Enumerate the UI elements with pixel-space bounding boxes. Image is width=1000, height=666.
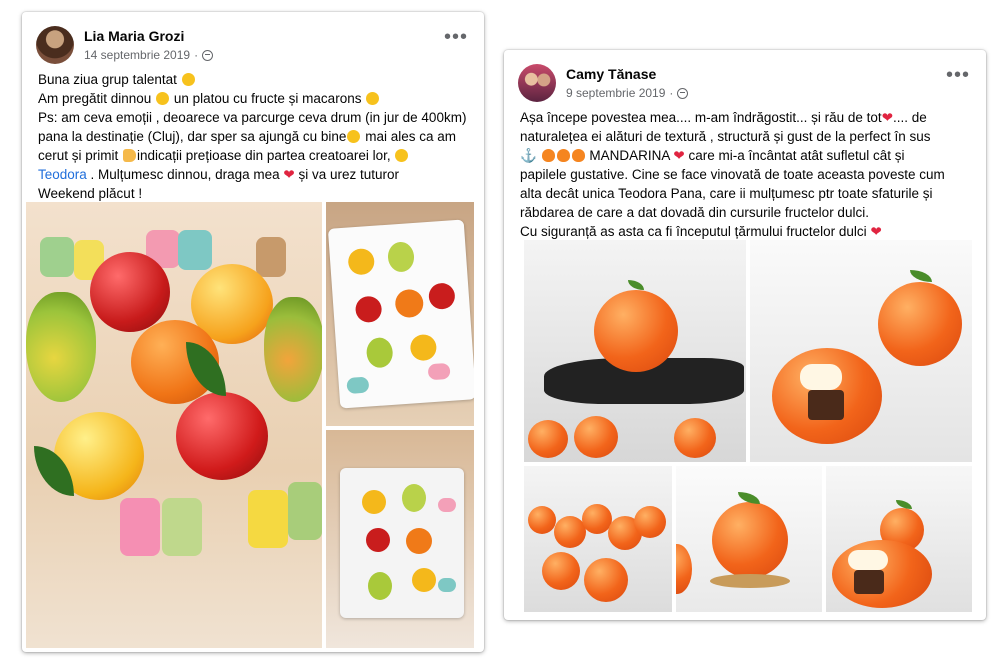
heart-emoji-icon: ❤	[283, 167, 295, 182]
author-name[interactable]: Camy Tănase	[566, 66, 656, 82]
post-meta: 14 septembrie 2019 ·	[84, 48, 214, 62]
smile-emoji-icon	[156, 92, 170, 105]
post-line: și va urez tuturor	[298, 167, 400, 182]
macaron-green	[162, 498, 202, 556]
post-line: Ps: am ceva emoții , deoarece va parcurg…	[38, 110, 467, 125]
post-card-2: Camy Tănase 9 septembrie 2019 · ••• Așa …	[504, 50, 986, 620]
macaron-brown	[256, 237, 286, 277]
mandarin-dessert	[712, 502, 788, 578]
pear-fruit	[264, 297, 322, 402]
post-text: Buna ziua grup talentat Am pregătit dinn…	[38, 70, 470, 203]
post-line: mai ales ca am	[365, 129, 456, 144]
tray	[327, 219, 474, 409]
post-line: Cu siguranță as asta ca fi începutul țăr…	[520, 224, 867, 239]
post-line: Am pregătit dinnou	[38, 91, 152, 106]
plastic-box	[340, 468, 464, 618]
globe-icon	[202, 49, 214, 61]
post-line: papilele gustative. Cine se face vinovat…	[520, 167, 945, 182]
post-line: un platou cu fructe și macarons	[173, 91, 362, 106]
photo-mandarin-hand[interactable]	[524, 240, 746, 462]
photo-mandarin-cut[interactable]	[750, 240, 972, 462]
photo-tray-top[interactable]	[326, 202, 474, 426]
anchor-emoji-icon: ⚓	[520, 148, 537, 163]
post-header: Lia Maria Grozi 14 septembrie 2019 · •••	[36, 26, 470, 66]
macaron-teal	[178, 230, 212, 270]
smile-emoji-icon	[366, 92, 380, 105]
author-name[interactable]: Lia Maria Grozi	[84, 28, 184, 44]
tangerine-emoji-icon	[571, 149, 585, 162]
mandarin-dessert	[594, 290, 678, 372]
heart-emoji-icon: ❤	[673, 148, 685, 163]
thumbs-up-emoji-icon	[123, 149, 137, 162]
heart-emoji-icon: ❤	[870, 224, 882, 239]
post-date[interactable]: 14 septembrie 2019	[84, 48, 190, 62]
avatar[interactable]	[518, 64, 556, 102]
tangerine-emoji-icon	[556, 149, 570, 162]
post-line: Așa începe povestea mea.... m-am îndrăgo…	[520, 110, 882, 125]
post-line: MANDARINA	[589, 148, 670, 163]
post-date[interactable]: 9 septembrie 2019	[566, 86, 665, 100]
wink-emoji-icon	[395, 149, 409, 162]
mandarin-dessert	[584, 558, 628, 602]
photo-tray-box[interactable]	[326, 430, 474, 648]
leaf-decoration	[910, 270, 932, 282]
post-line: alta decât unica Teodora Pana, care ii m…	[520, 186, 933, 201]
post-text: Așa începe povestea mea.... m-am îndrăgo…	[520, 108, 972, 241]
post-line: naturalețea ei alături de textură , stru…	[520, 129, 931, 144]
heart-emoji-icon: ❤	[881, 110, 893, 125]
macaron-green	[288, 482, 322, 540]
post-line: Buna ziua grup talentat	[38, 72, 177, 87]
mandarin-dessert	[878, 282, 962, 366]
post-line: care mi-a încântat atât sufletul cât și	[688, 148, 905, 163]
photo-mandarin-row[interactable]	[524, 466, 672, 612]
mention-link[interactable]: Teodora	[38, 167, 87, 182]
macaron-yellow	[248, 490, 288, 548]
photo-fruit-platter[interactable]	[26, 202, 322, 648]
macaron-green	[40, 237, 74, 277]
post-line: cerut și primit	[38, 148, 119, 163]
apple-fruit	[90, 252, 170, 332]
post-line: indicații prețioase din partea creatoare…	[137, 148, 391, 163]
more-options-icon[interactable]: •••	[444, 27, 468, 47]
globe-icon	[677, 87, 689, 99]
pear-fruit	[26, 292, 96, 402]
tangerine-emoji-icon	[541, 149, 555, 162]
apple-fruit	[176, 392, 268, 480]
leaf-decoration	[628, 280, 644, 290]
post-line: .... de	[893, 110, 927, 125]
post-line: răbdarea de care a dat dovadă din cursur…	[520, 205, 869, 220]
more-options-icon[interactable]: •••	[946, 65, 970, 85]
hugging-emoji-icon	[181, 73, 195, 86]
post-header: Camy Tănase 9 septembrie 2019 · •••	[518, 64, 972, 104]
post-line: Weekend plăcut !	[38, 186, 143, 201]
post-meta: 9 septembrie 2019 ·	[566, 86, 689, 100]
post-card-1: Lia Maria Grozi 14 septembrie 2019 · •••…	[22, 12, 484, 652]
macaron-pink	[120, 498, 160, 556]
avatar[interactable]	[36, 26, 74, 64]
smile-emoji-icon	[347, 130, 361, 143]
photo-mandarin-single[interactable]	[676, 466, 822, 612]
post-line: pana la destinație (Cluj), dar sper sa a…	[38, 129, 347, 144]
photo-mandarin-half[interactable]	[826, 466, 972, 612]
post-line: . Mulțumesc dinnou, draga mea	[86, 167, 280, 182]
